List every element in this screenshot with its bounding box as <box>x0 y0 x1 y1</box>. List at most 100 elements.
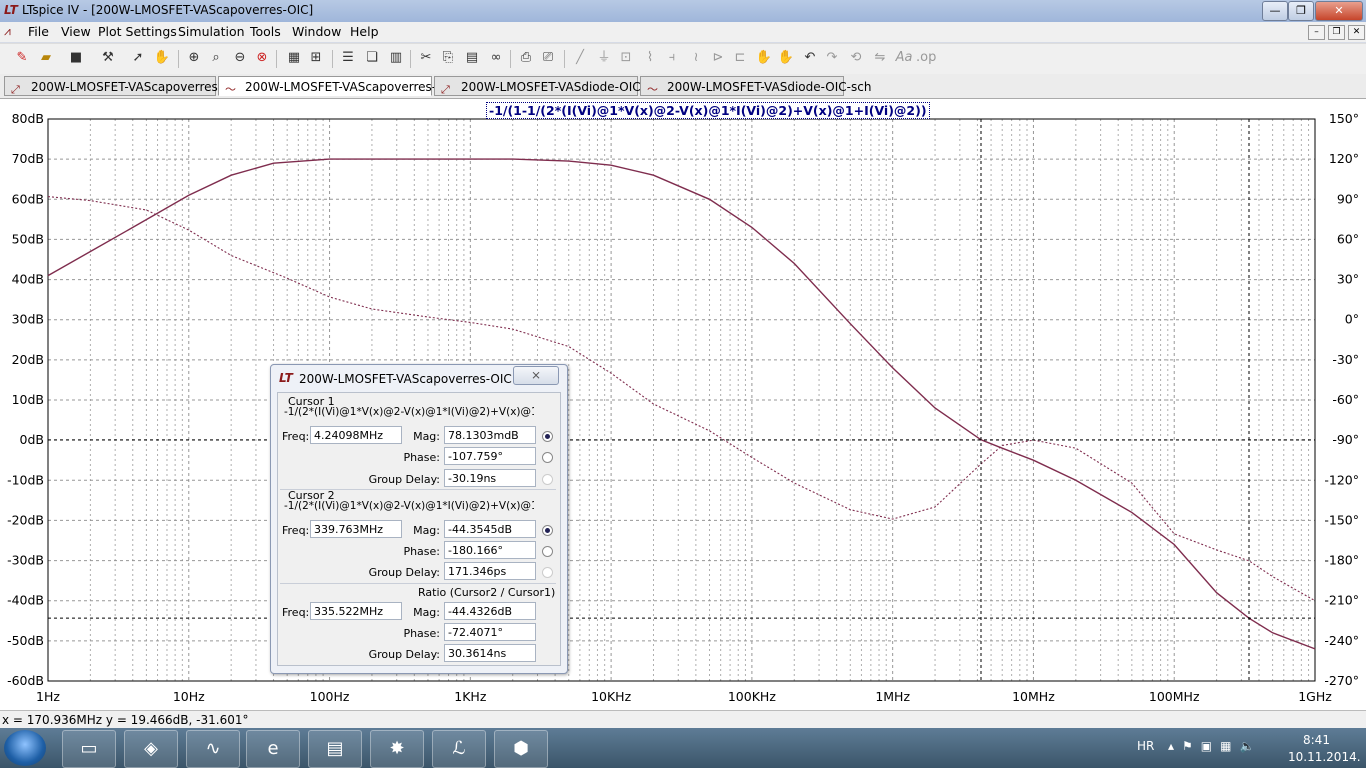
paste-icon[interactable]: ▤ <box>462 48 482 68</box>
bode-plot[interactable]: 1Hz 10Hz 100Hz 1KHz 10KHz 100KHz 1MHz 10MHz 100M… <box>0 99 1366 710</box>
mirror-icon[interactable]: ⇋ <box>870 48 890 68</box>
system-tray-icons[interactable]: ▴⚑▣▦🔈 <box>1168 739 1262 753</box>
menu-simulation[interactable]: Simulation <box>178 24 245 39</box>
tab-label: 200W-LMOSFET-VASdiode-OIC-sch <box>667 80 872 94</box>
ratio-group-delay-field[interactable]: 30.3614ns <box>444 644 536 662</box>
print-icon[interactable]: ⎚ <box>538 48 558 68</box>
diode-icon[interactable]: ⊳ <box>708 48 728 68</box>
tile-horizontal-icon[interactable]: ☰ <box>338 48 358 68</box>
capacitor-icon[interactable]: ⫞ <box>662 48 682 68</box>
y-left-tick-label: 20dB <box>12 352 44 367</box>
dialog-close-button[interactable]: ⨯ <box>513 366 559 385</box>
phase-trace <box>47 196 1316 602</box>
spice-directive-icon[interactable]: .op <box>916 48 936 68</box>
menu-help[interactable]: Help <box>350 24 379 39</box>
file-manager-icon[interactable]: ▤ <box>308 730 362 768</box>
close-button[interactable]: ✕ <box>1315 1 1363 21</box>
menu-view[interactable]: View <box>61 24 91 39</box>
wire-icon[interactable]: ╱ <box>570 48 590 68</box>
run-icon[interactable]: ➚ <box>128 48 148 68</box>
clock-time[interactable]: 8:41 <box>1303 733 1330 747</box>
clock-date[interactable]: 10.11.2014. <box>1288 750 1361 764</box>
drag-icon[interactable]: ✋ <box>776 48 796 68</box>
menu-window[interactable]: Window <box>292 24 341 39</box>
control-panel-icon[interactable]: ⚒ <box>98 48 118 68</box>
cursor2-freq-label: Freq: <box>282 524 310 537</box>
cursor1-phase-field[interactable]: -107.759° <box>444 447 536 465</box>
oscilloscope-icon[interactable]: ∿ <box>186 730 240 768</box>
internet-explorer-icon[interactable]: e <box>246 730 300 768</box>
open-folder-icon[interactable]: ▰ <box>36 48 56 68</box>
cursor2-phase-field[interactable]: -180.166° <box>444 541 536 559</box>
app-icon[interactable]: ✸ <box>370 730 424 768</box>
waveform-viewer[interactable]: 1Hz 10Hz 100Hz 1KHz 10KHz 100KHz 1MHz 10MHz 100M… <box>0 99 1366 710</box>
cascade-icon[interactable]: ❏ <box>362 48 382 68</box>
cursor1-freq-field[interactable]: 4.24098MHz <box>310 426 402 444</box>
save-icon[interactable]: ■ <box>66 48 86 68</box>
waveform-icon: 〜 <box>225 83 236 96</box>
inductor-icon[interactable]: ≀ <box>686 48 706 68</box>
edit-plot-icon[interactable]: ⊞ <box>306 48 326 68</box>
cut-icon[interactable]: ✂ <box>416 48 436 68</box>
cursor1-mag-field[interactable]: 78.1303mdB <box>444 426 536 444</box>
maximize-button[interactable]: ❐ <box>1288 1 1314 21</box>
zoom-fit-icon[interactable]: ⊗ <box>252 48 272 68</box>
menu-plot-settings[interactable]: Plot Settings <box>98 24 177 39</box>
cursor2-phase-radio[interactable] <box>542 546 553 557</box>
autorange-icon[interactable]: ▦ <box>284 48 304 68</box>
zoom-out-icon[interactable]: ⊖ <box>230 48 250 68</box>
mdi-restore-button[interactable]: ❐ <box>1328 25 1345 40</box>
dialog-body: Cursor 1 -1/(2*(I(Vi)@1*V(x)@2-V(x)@1*I(… <box>277 392 561 666</box>
tab-schematic-vasdiode[interactable]: ⤢ 200W-LMOSFET-VASdiode-OIC-sch <box>434 76 665 96</box>
cursor1-expression: -1/(2*(I(Vi)@1*V(x)@2-V(x)@1*I(Vi)@2)+V(… <box>284 406 534 418</box>
app-icon[interactable]: ◈ <box>124 730 178 768</box>
app-icon[interactable]: ⬢ <box>494 730 548 768</box>
ratio-phase-field[interactable]: -72.4071° <box>444 623 536 641</box>
zoom-area-icon[interactable]: ⌕ <box>206 48 226 68</box>
print-preview-icon[interactable]: ⎙ <box>516 48 536 68</box>
copy-icon[interactable]: ⎘ <box>438 48 458 68</box>
mdi-minimize-button[interactable]: – <box>1308 25 1325 40</box>
tab-waveform-vasdiode[interactable]: 〜 200W-LMOSFET-VASdiode-OIC-sch <box>640 76 871 96</box>
cursor2-group-delay-radio[interactable] <box>542 567 553 578</box>
label-net-icon[interactable]: ⊡ <box>616 48 636 68</box>
rotate-icon[interactable]: ⟲ <box>846 48 866 68</box>
minimize-button[interactable]: — <box>1262 1 1288 21</box>
ground-icon[interactable]: ⏚ <box>594 48 614 68</box>
ratio-freq-field[interactable]: 335.522MHz <box>310 602 402 620</box>
cursor1-group-delay-radio[interactable] <box>542 474 553 485</box>
tab-waveform-capoverres[interactable]: 〜 200W-LMOSFET-VAScapoverres-OIC <box>218 76 458 96</box>
pan-hand-icon[interactable]: ✋ <box>152 48 172 68</box>
menu-file[interactable]: File <box>28 24 49 39</box>
explorer-icon[interactable]: ▭ <box>62 730 116 768</box>
cursor2-group-delay-field[interactable]: 171.346ps <box>444 562 536 580</box>
document-icon[interactable]: ⩘ <box>4 24 11 39</box>
title-bar: LT LTspice IV - [200W-LMOSFET-VAScapover… <box>0 0 1366 22</box>
resistor-icon[interactable]: ⌇ <box>640 48 660 68</box>
cursor2-mag-radio[interactable] <box>542 525 553 536</box>
redo-icon[interactable]: ↷ <box>822 48 842 68</box>
zoom-in-icon[interactable]: ⊕ <box>184 48 204 68</box>
cursor1-group-delay-field[interactable]: -30.19ns <box>444 469 536 487</box>
move-icon[interactable]: ✋ <box>754 48 774 68</box>
menu-tools[interactable]: Tools <box>250 24 281 39</box>
tile-vertical-icon[interactable]: ▥ <box>386 48 406 68</box>
cursor2-mag-field[interactable]: -44.3545dB <box>444 520 536 538</box>
ltspice-taskbar-icon[interactable]: ℒ <box>432 730 486 768</box>
start-button[interactable] <box>4 730 46 766</box>
cursor2-mag-label: Mag: <box>413 524 440 537</box>
cursor-readout-dialog[interactable]: LT 200W-LMOSFET-VAScapoverres-OIC ⨯ Curs… <box>270 364 568 674</box>
new-schematic-icon[interactable]: ✎ <box>12 48 32 68</box>
cursor1-mag-radio[interactable] <box>542 431 553 442</box>
tab-schematic-capoverres[interactable]: ⤢ 200W-LMOSFET-VAScapoverres-OIC <box>4 76 244 96</box>
undo-icon[interactable]: ↶ <box>800 48 820 68</box>
mdi-close-button[interactable]: ✕ <box>1348 25 1365 40</box>
language-indicator[interactable]: HR <box>1137 739 1154 753</box>
cursor1-phase-radio[interactable] <box>542 452 553 463</box>
find-binoculars-icon[interactable]: ∞ <box>486 48 506 68</box>
ratio-mag-field[interactable]: -44.4326dB <box>444 602 536 620</box>
cursor2-freq-field[interactable]: 339.763MHz <box>310 520 402 538</box>
text-icon[interactable]: Aa <box>894 48 914 68</box>
trace-expression-label[interactable]: -1/(1-1/(2*(I(Vi)@1*V(x)@2-V(x)@1*I(Vi)@… <box>486 102 930 119</box>
component-icon[interactable]: ⊏ <box>730 48 750 68</box>
